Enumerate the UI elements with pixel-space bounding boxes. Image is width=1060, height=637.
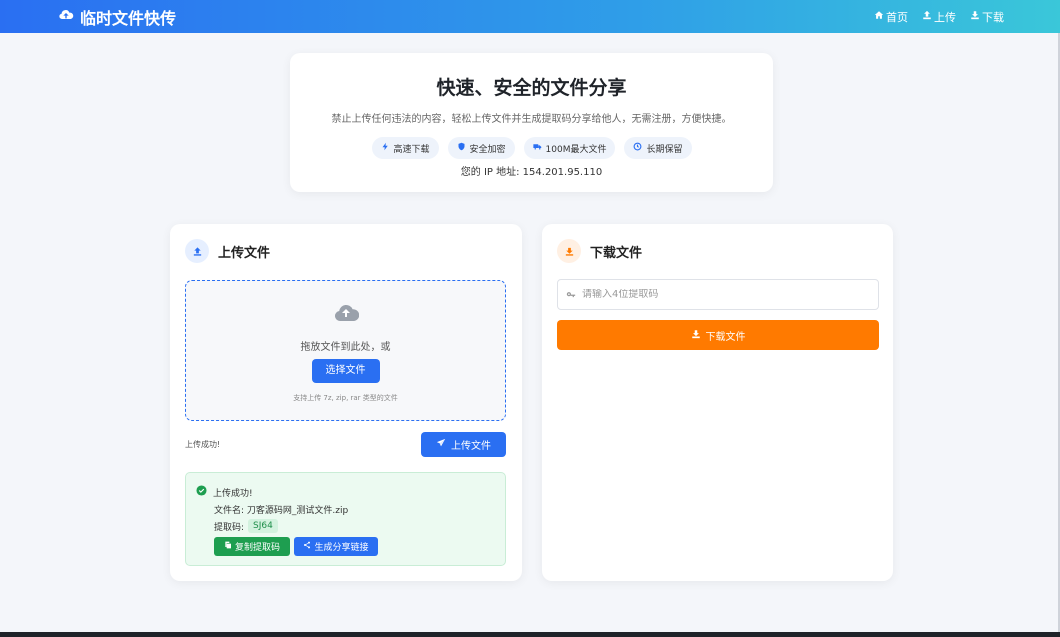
nav-home-label: 首页 xyxy=(886,10,908,24)
result-message: 上传成功! xyxy=(213,488,253,499)
file-dropzone[interactable]: 拖放文件到此处，或 选择文件 支持上传 7z, zip, rar 类型的文件 xyxy=(185,280,506,421)
code-input-wrapper xyxy=(557,279,879,310)
download-icon xyxy=(557,239,581,263)
extract-code-input[interactable] xyxy=(582,289,862,300)
nav-upload-link[interactable]: 上传 xyxy=(922,9,956,25)
upload-icon xyxy=(185,239,209,263)
feature-badge-security: 安全加密 xyxy=(447,137,515,159)
feature-label: 高速下载 xyxy=(393,144,430,155)
upload-card: 上传文件 拖放文件到此处，或 选择文件 支持上传 7z, zip, rar 类型… xyxy=(170,224,522,581)
hero-panel: 快速、安全的文件分享 禁止上传任何违法的内容，轻松上传文件并生成提取码分享给他人… xyxy=(290,53,773,192)
ip-address-text: 您的 IP 地址: 154.201.95.110 xyxy=(460,167,603,178)
share-link-label: 生成分享链接 xyxy=(314,543,369,553)
code-label: 提取码: xyxy=(214,522,245,533)
copy-code-button[interactable]: 复制提取码 xyxy=(214,537,290,556)
download-card-title: 下载文件 xyxy=(590,245,643,261)
key-icon xyxy=(566,285,576,304)
brand-title: 临时文件快传 xyxy=(80,8,177,28)
choose-file-button[interactable]: 选择文件 xyxy=(311,359,380,383)
result-header: 上传成功! xyxy=(196,485,253,499)
result-filename: 文件名: 刀客源码网_测试文件.zip xyxy=(214,506,349,516)
copy-icon xyxy=(224,541,232,552)
download-file-label: 下载文件 xyxy=(705,331,746,343)
nav-links: 首页 上传 下载 xyxy=(874,9,1004,25)
upload-file-button-label: 上传文件 xyxy=(451,441,491,452)
check-circle-icon xyxy=(196,485,207,499)
feature-badge-size: 100M最大文件 xyxy=(523,137,616,159)
feature-badge-speed: 高速下载 xyxy=(371,137,439,159)
dropzone-text: 拖放文件到此处，或 xyxy=(300,342,391,353)
upload-file-button[interactable]: 上传文件 xyxy=(421,432,506,457)
download-icon xyxy=(691,329,701,342)
share-link-button[interactable]: 生成分享链接 xyxy=(294,537,378,556)
feature-label: 长期保留 xyxy=(646,144,683,155)
hero-title: 快速、安全的文件分享 xyxy=(436,77,627,99)
download-card: 下载文件 下载文件 xyxy=(542,224,893,581)
share-icon xyxy=(303,541,311,552)
dropzone-hint: 支持上传 7z, zip, rar 类型的文件 xyxy=(293,394,398,402)
upload-status-text: 上传成功! xyxy=(185,440,221,449)
code-badge: SJ64 xyxy=(248,519,278,533)
paper-plane-icon xyxy=(436,438,446,451)
nav-download-link[interactable]: 下载 xyxy=(970,9,1004,25)
cloud-upload-icon xyxy=(58,7,74,27)
clock-icon xyxy=(633,142,642,154)
upload-card-title: 上传文件 xyxy=(218,245,271,261)
feature-badges: 高速下载 安全加密 100M最大文件 长期保留 xyxy=(290,137,773,159)
copy-code-label: 复制提取码 xyxy=(234,543,280,553)
shield-icon xyxy=(457,142,466,154)
nav-upload-label: 上传 xyxy=(934,10,956,24)
upload-icon xyxy=(922,10,932,23)
download-card-header: 下载文件 xyxy=(557,239,642,263)
bottom-bar xyxy=(0,632,1060,637)
home-icon xyxy=(874,10,884,23)
feature-label: 100M最大文件 xyxy=(545,144,607,155)
upload-card-header: 上传文件 xyxy=(185,239,270,263)
top-navbar: 临时文件快传 首页 上传 下载 xyxy=(0,0,1060,33)
download-file-button[interactable]: 下载文件 xyxy=(557,320,879,350)
nav-home-link[interactable]: 首页 xyxy=(874,9,908,25)
nav-download-label: 下载 xyxy=(982,10,1004,24)
cloud-upload-icon xyxy=(186,301,505,327)
bolt-icon xyxy=(381,142,390,154)
upload-result-panel: 上传成功! 文件名: 刀客源码网_测试文件.zip 提取码: SJ64 复制提取… xyxy=(185,472,506,566)
brand[interactable]: 临时文件快传 xyxy=(58,5,176,29)
truck-icon xyxy=(532,142,542,154)
result-code-row: 提取码: SJ64 xyxy=(214,519,278,533)
feature-badge-retention: 长期保留 xyxy=(624,137,692,159)
hero-description: 禁止上传任何违法的内容，轻松上传文件并生成提取码分享给他人，无需注册，方便快捷。 xyxy=(331,114,732,125)
feature-label: 安全加密 xyxy=(469,144,506,155)
download-icon xyxy=(970,10,980,23)
